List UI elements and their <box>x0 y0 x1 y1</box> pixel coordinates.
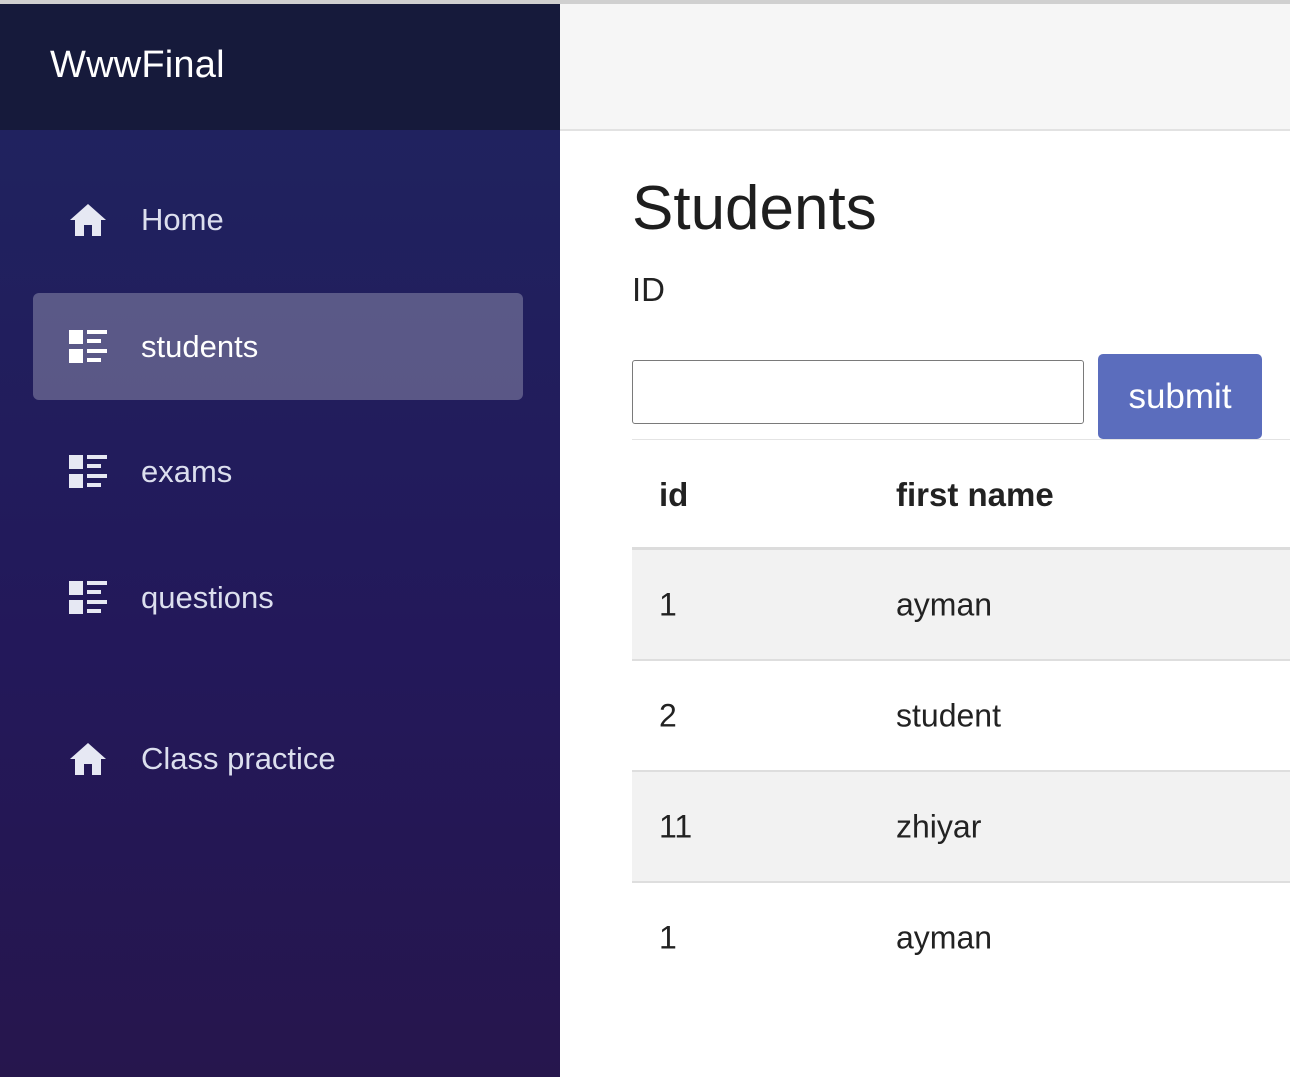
sidebar-item-home[interactable]: Home <box>33 166 523 273</box>
cell-first-name: ayman <box>896 586 993 623</box>
home-icon <box>70 203 106 236</box>
list-icon <box>69 580 107 614</box>
sidebar-item-label: students <box>141 328 259 364</box>
sidebar-item-label: questions <box>141 579 274 615</box>
brand-bar: WwwFinal <box>0 4 560 130</box>
app-brand[interactable]: WwwFinal <box>50 44 225 87</box>
list-icon <box>69 454 107 488</box>
sidebar-item-students[interactable]: students <box>33 293 523 400</box>
cell-first-name: zhiyar <box>896 808 982 845</box>
table-row: 11 zhiyar <box>632 772 1290 883</box>
cell-id: 1 <box>659 919 677 956</box>
window-top-border <box>0 0 1290 4</box>
sidebar-item-exams[interactable]: exams <box>33 418 523 525</box>
sidebar-item-label: exams <box>141 453 233 489</box>
column-header-first-name: first name <box>896 476 1054 513</box>
sidebar: WwwFinal Home students exams questions C… <box>0 4 560 1077</box>
id-label: ID <box>632 271 665 308</box>
cell-id: 1 <box>659 586 677 623</box>
page-title: Students <box>632 174 877 243</box>
home-icon <box>70 742 106 775</box>
submit-button[interactable]: submit <box>1098 354 1262 439</box>
cell-id: 11 <box>659 808 693 845</box>
sidebar-item-label: Class practice <box>141 740 336 776</box>
sidebar-item-label: Home <box>141 201 224 237</box>
sidebar-item-questions[interactable]: questions <box>33 544 523 651</box>
cell-first-name: ayman <box>896 919 993 956</box>
list-icon <box>69 329 107 363</box>
table-header-row: id first name <box>632 440 1290 550</box>
table-row: 1 ayman <box>632 550 1290 661</box>
top-bar <box>560 4 1290 131</box>
cell-first-name: student <box>896 697 1001 734</box>
column-header-id: id <box>659 476 689 513</box>
id-input[interactable] <box>632 360 1084 424</box>
table-row: 2 student <box>632 661 1290 772</box>
table-row: 1 ayman <box>632 883 1290 993</box>
sidebar-item-class-practice[interactable]: Class practice <box>33 705 523 812</box>
cell-id: 2 <box>659 697 677 734</box>
